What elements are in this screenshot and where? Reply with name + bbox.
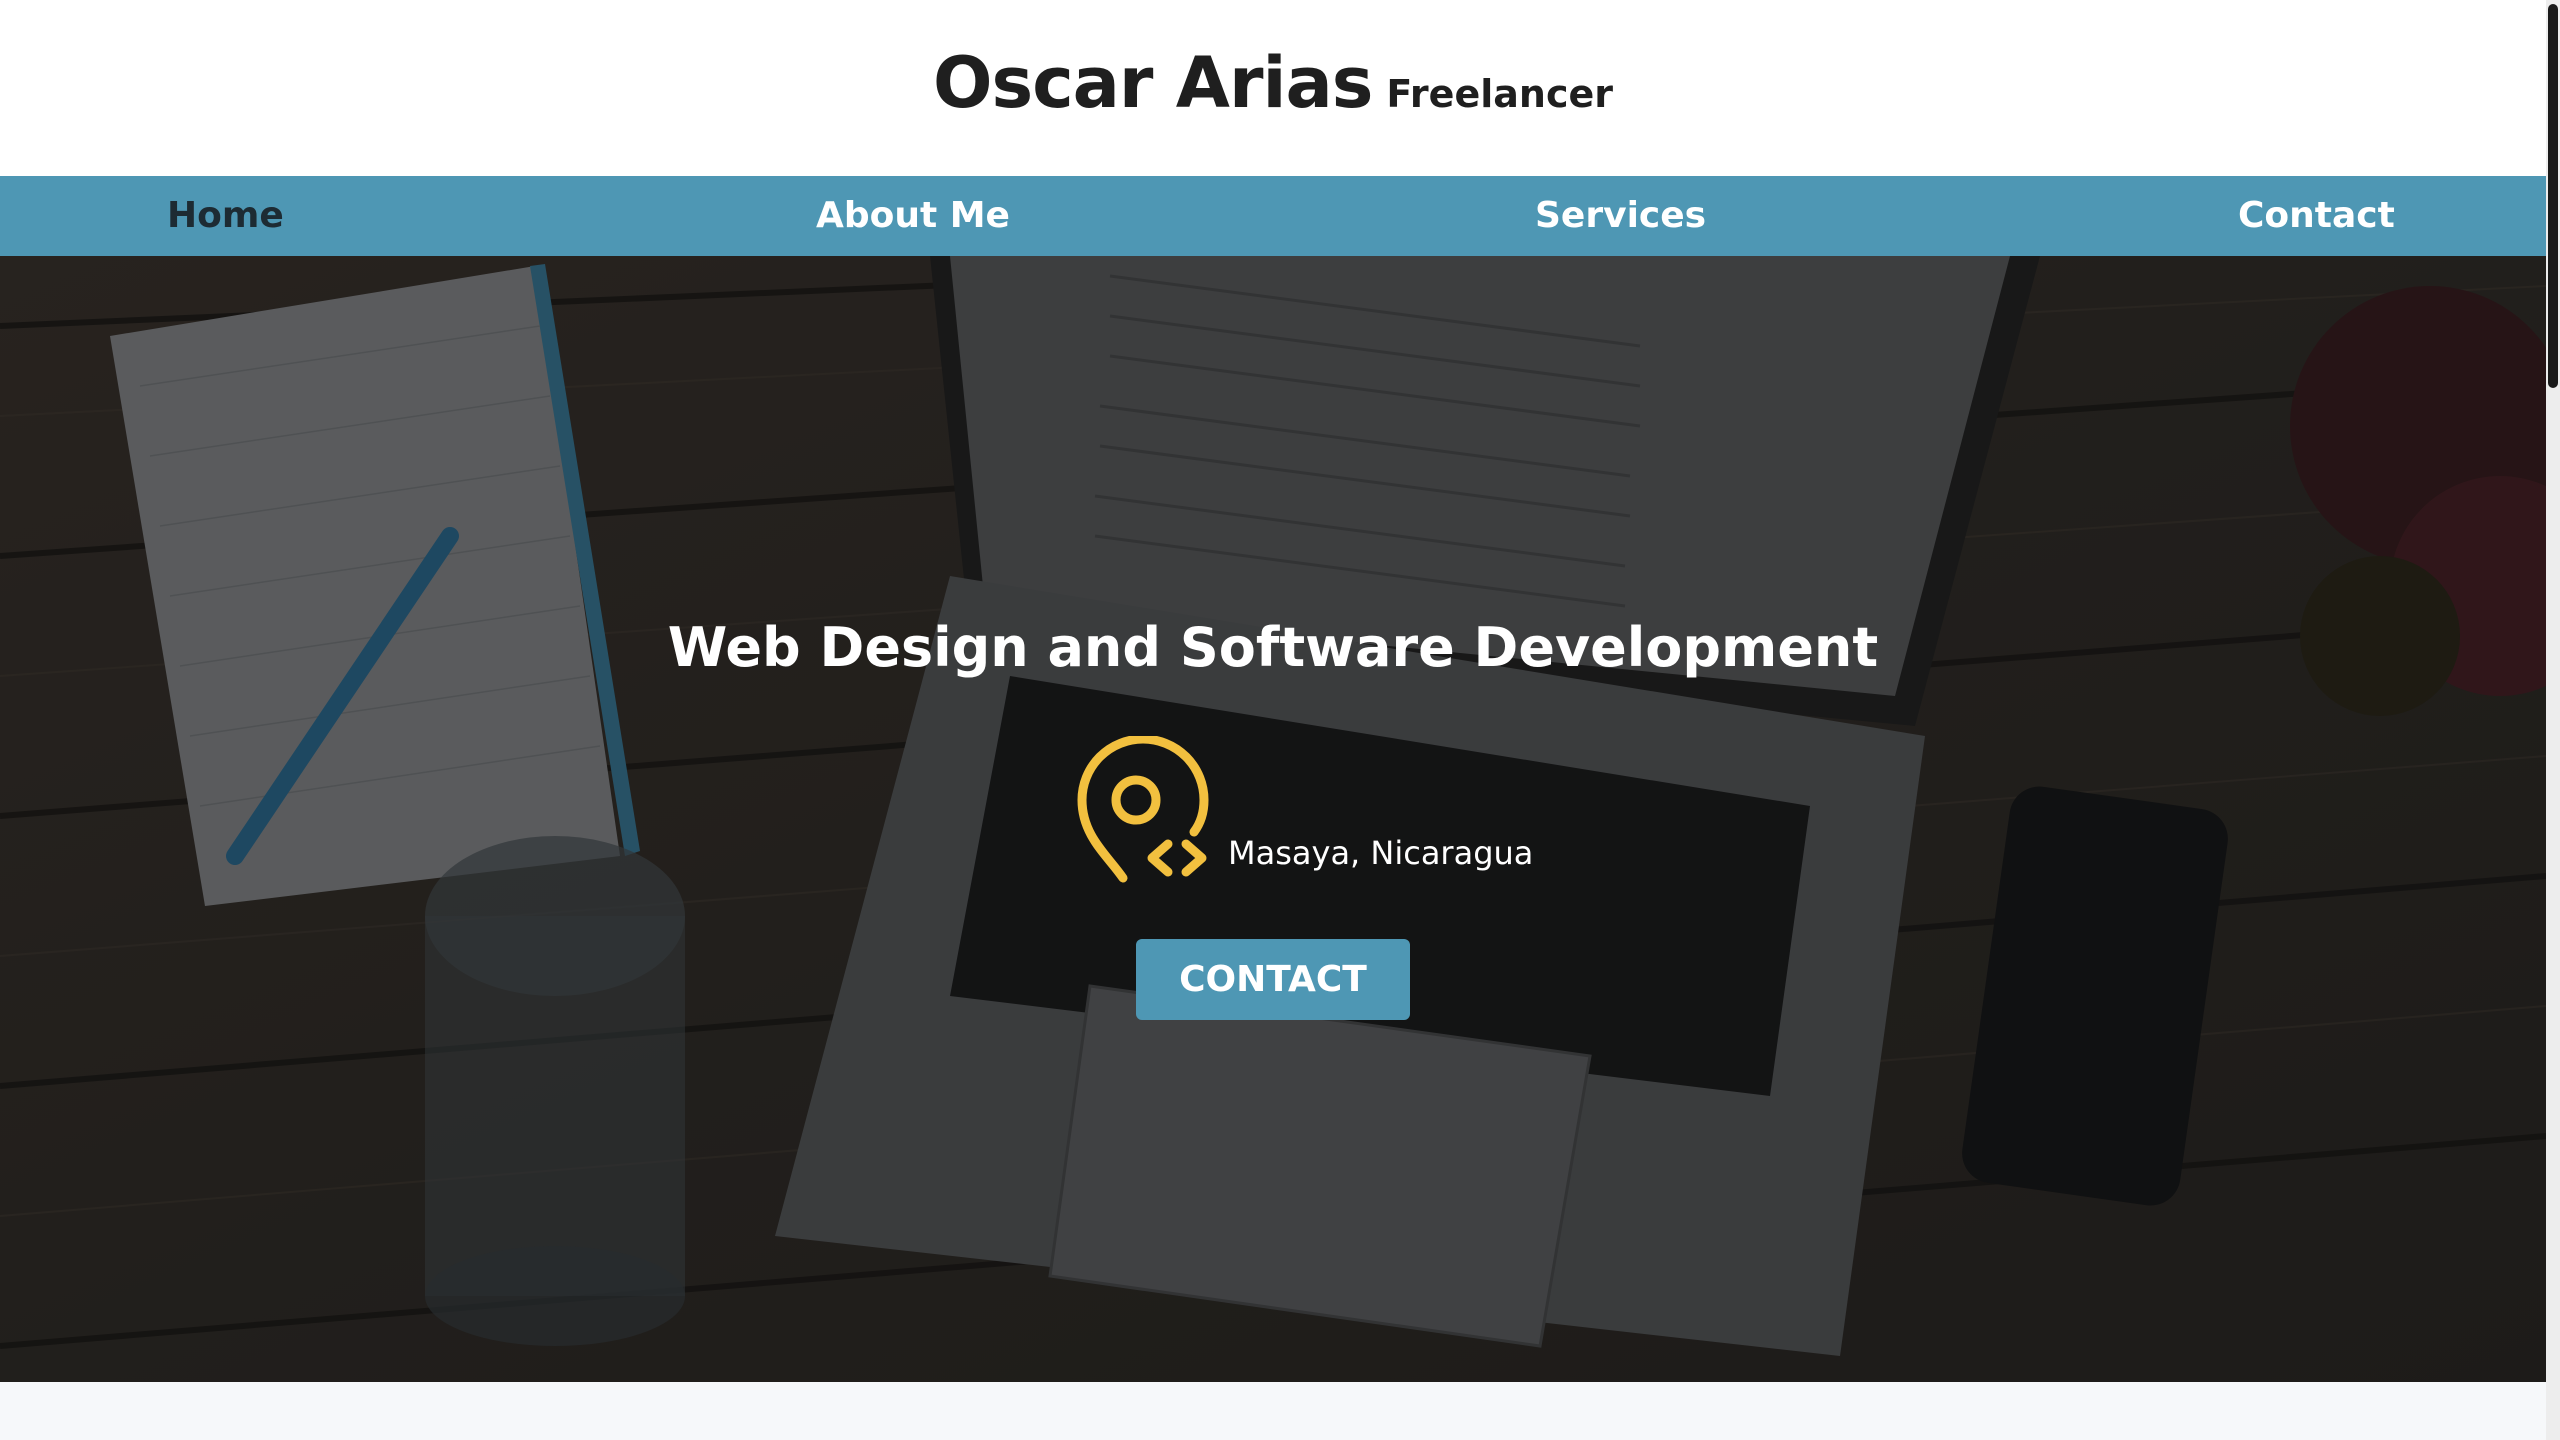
nav-item-contact[interactable]: Contact [2238,176,2395,256]
location-text: Masaya, Nicaragua [1228,834,1534,872]
next-section-edge [0,1382,2546,1440]
page-scrollbar-thumb[interactable] [2548,4,2558,388]
hero-section: Web Design and Software Development Masa… [0,256,2546,1382]
hero-title: Web Design and Software Development [667,616,1879,679]
main-nav: Home About Me Services Contact [0,176,2546,256]
nav-item-services[interactable]: Services [1535,176,1706,256]
site-header: Oscar Arias Freelancer [0,0,2546,176]
brand: Oscar Arias Freelancer [0,42,2546,124]
site-owner-name: Oscar Arias [933,42,1373,124]
hero-background-image [0,256,2546,1382]
contact-button[interactable]: CONTACT [1136,939,1410,1020]
nav-item-home[interactable]: Home [167,176,284,256]
nav-item-about-me[interactable]: About Me [816,176,1010,256]
site-owner-role: Freelancer [1386,72,1613,116]
location-code-pin-icon [1077,736,1209,883]
